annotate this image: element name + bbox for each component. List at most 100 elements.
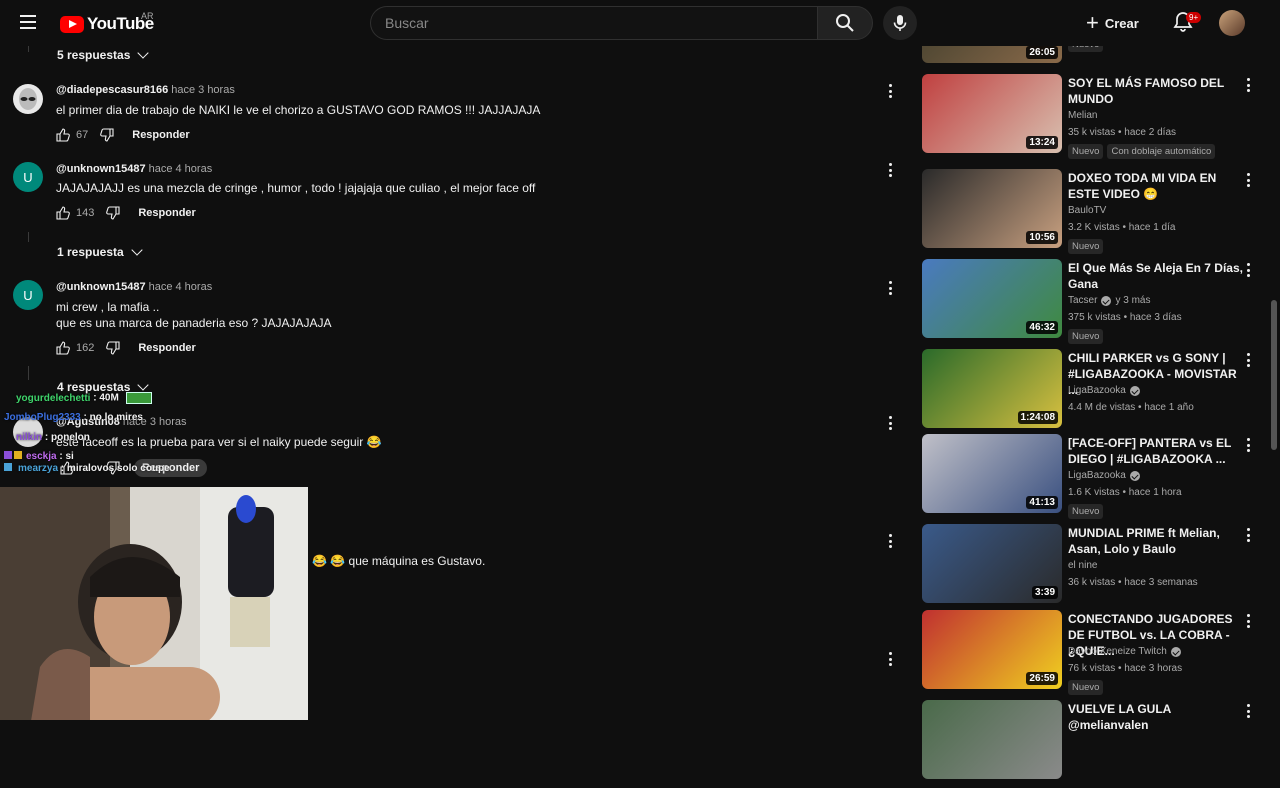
- chat-user: JomboPlug2333: [4, 412, 81, 423]
- commenter-avatar[interactable]: U: [13, 162, 43, 192]
- comment-time[interactable]: hace 4 horas: [149, 281, 213, 293]
- video-badge: Nuevo: [1068, 680, 1104, 695]
- scrollbar[interactable]: [1271, 300, 1277, 450]
- related-video[interactable]: 13:24 SOY EL MÁS FAMOSO DEL MUNDO Melian 35…: [922, 74, 1262, 162]
- chevron-down-icon: [131, 243, 143, 256]
- video-thumbnail[interactable]: 13:24: [922, 74, 1062, 153]
- video-channel[interactable]: Tacser y 3 más: [1068, 295, 1150, 306]
- author-name[interactable]: @unknown15487: [56, 163, 146, 175]
- search-input[interactable]: [371, 7, 818, 39]
- account-avatar[interactable]: [1219, 10, 1245, 36]
- video-thumbnail[interactable]: 41:13: [922, 434, 1062, 513]
- replies-toggle[interactable]: 1 respuesta: [57, 243, 143, 259]
- more-options-icon[interactable]: [889, 652, 893, 666]
- more-options-icon[interactable]: [1247, 173, 1251, 187]
- more-options-icon[interactable]: [1247, 614, 1251, 628]
- video-title[interactable]: [FACE-OFF] PANTERA vs EL DIEGO | #LIGABA…: [1068, 435, 1244, 467]
- video-channel[interactable]: el nine: [1068, 560, 1097, 571]
- thumbs-down-icon[interactable]: [106, 206, 120, 220]
- video-thumbnail[interactable]: 46:32: [922, 259, 1062, 338]
- related-video[interactable]: 10:56 DOXEO TODA MI VIDA EN ESTE VIDEO 😁 B…: [922, 169, 1262, 257]
- thread-line: [28, 46, 29, 52]
- avatar-letter: U: [23, 169, 33, 185]
- avatar-letter: U: [23, 287, 33, 303]
- comment-author[interactable]: @unknown15487 hace 4 horas: [56, 281, 212, 293]
- comment-author[interactable]: @diadepescasur8166 hace 3 horas: [56, 84, 235, 96]
- related-video[interactable]: 46:32 El Que Más Se Aleja En 7 Días, Gana…: [922, 259, 1262, 347]
- voice-search-button[interactable]: [883, 6, 917, 40]
- video-thumbnail[interactable]: 26:59: [922, 610, 1062, 689]
- commenter-avatar[interactable]: [13, 84, 43, 114]
- video-thumbnail[interactable]: 3:39: [922, 524, 1062, 603]
- channel-name[interactable]: Davoo Xeneize Twitch: [1068, 646, 1167, 657]
- comment-author[interactable]: @unknown15487 hace 4 horas: [56, 163, 212, 175]
- commenter-avatar[interactable]: U: [13, 280, 43, 310]
- thumbs-up-icon[interactable]: [56, 206, 70, 220]
- video-channel[interactable]: BauloTV: [1068, 205, 1106, 216]
- chat-text: miralovos solo coupe: [66, 463, 170, 474]
- more-options-icon[interactable]: [889, 281, 893, 295]
- video-title[interactable]: El Que Más Se Aleja En 7 Días, Gana: [1068, 260, 1244, 292]
- menu-icon[interactable]: [18, 14, 42, 32]
- related-video[interactable]: 26:59 CONECTANDO JUGADORES DE FUTBOL vs. …: [922, 610, 1262, 698]
- channel-name[interactable]: el nine: [1068, 560, 1097, 571]
- youtube-logo[interactable]: YouTube: [60, 14, 154, 34]
- replies-toggle[interactable]: 5 respuestas: [57, 46, 150, 62]
- chat-text: no lo mires: [89, 412, 143, 423]
- related-video[interactable]: 1:24:08 CHILI PARKER vs G SONY | #LIGABAZ…: [922, 349, 1262, 437]
- video-thumbnail[interactable]: 1:24:08: [922, 349, 1062, 428]
- channel-name[interactable]: LigaBazooka: [1068, 470, 1126, 481]
- comment-line: JAJAJAJAJJ es una mezcla de cringe , hum…: [56, 181, 536, 195]
- video-title[interactable]: DOXEO TODA MI VIDA EN ESTE VIDEO 😁: [1068, 170, 1244, 202]
- comment-time[interactable]: hace 3 horas: [171, 84, 235, 96]
- money-emote-icon: [125, 392, 152, 404]
- related-video[interactable]: 41:13 [FACE-OFF] PANTERA vs EL DIEGO | #L…: [922, 434, 1262, 522]
- comment-time[interactable]: hace 4 horas: [149, 163, 213, 175]
- more-options-icon[interactable]: [1247, 353, 1251, 367]
- author-name[interactable]: @diadepescasur8166: [56, 84, 168, 96]
- channel-name[interactable]: LigaBazooka: [1068, 385, 1126, 396]
- video-title[interactable]: SOY EL MÁS FAMOSO DEL MUNDO: [1068, 75, 1244, 107]
- video-channel[interactable]: LigaBazooka: [1068, 385, 1140, 396]
- video-title[interactable]: VUELVE LA GULA @melianvalen: [1068, 701, 1244, 733]
- thumbs-up-icon[interactable]: [56, 128, 70, 142]
- play-icon: [60, 15, 84, 33]
- related-video[interactable]: VUELVE LA GULA @melianvalen: [922, 700, 1262, 788]
- comment-text: mi crew , la mafia .. que es una marca d…: [56, 299, 332, 331]
- video-thumbnail[interactable]: [922, 700, 1062, 779]
- reply-button[interactable]: Responder: [138, 342, 195, 354]
- video-duration: 46:32: [1026, 321, 1058, 334]
- video-title[interactable]: MUNDIAL PRIME ft Melian, Asan, Lolo y Ba…: [1068, 525, 1244, 557]
- comment-text: el primer dia de trabajo de NAIKI le ve …: [56, 102, 540, 118]
- author-name[interactable]: @unknown15487: [56, 281, 146, 293]
- more-options-icon[interactable]: [889, 416, 893, 430]
- more-options-icon[interactable]: [1247, 263, 1251, 277]
- video-meta: 1.6 K vistas • hace 1 hora: [1068, 487, 1182, 498]
- thumbs-down-icon[interactable]: [106, 341, 120, 355]
- thumbs-up-icon[interactable]: [56, 341, 70, 355]
- more-options-icon[interactable]: [889, 163, 893, 177]
- more-options-icon[interactable]: [889, 534, 893, 548]
- thread-line: [28, 232, 29, 242]
- search-button[interactable]: [817, 6, 873, 40]
- thumbs-down-icon[interactable]: [100, 128, 114, 142]
- more-options-icon[interactable]: [1247, 78, 1251, 92]
- reply-button[interactable]: Responder: [132, 129, 189, 141]
- video-badges: Nuevo: [1068, 329, 1107, 344]
- more-options-icon[interactable]: [889, 84, 893, 98]
- reply-button[interactable]: Responder: [138, 207, 195, 219]
- more-options-icon[interactable]: [1247, 704, 1251, 718]
- create-button[interactable]: + Crear: [1086, 6, 1156, 40]
- video-badges: Nuevo: [1068, 239, 1107, 254]
- video-channel[interactable]: Melian: [1068, 110, 1097, 121]
- channel-name[interactable]: Tacser: [1068, 295, 1097, 306]
- channel-name[interactable]: Melian: [1068, 110, 1097, 121]
- more-options-icon[interactable]: [1247, 438, 1251, 452]
- video-channel[interactable]: LigaBazooka: [1068, 470, 1140, 481]
- video-thumbnail[interactable]: 10:56: [922, 169, 1062, 248]
- related-video[interactable]: 3:39 MUNDIAL PRIME ft Melian, Asan, Lolo …: [922, 524, 1262, 612]
- channel-name[interactable]: BauloTV: [1068, 205, 1106, 216]
- comment-actions: 143 Responder: [56, 206, 196, 220]
- more-options-icon[interactable]: [1247, 528, 1251, 542]
- video-channel[interactable]: Davoo Xeneize Twitch: [1068, 646, 1181, 657]
